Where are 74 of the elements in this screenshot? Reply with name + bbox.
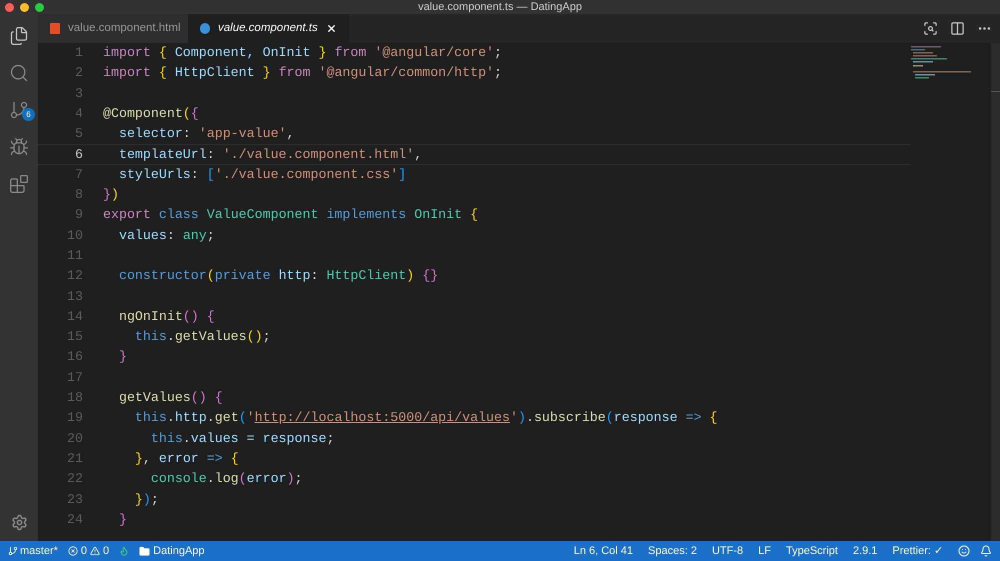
close-window-button[interactable]	[5, 2, 14, 12]
zoom-window-button[interactable]	[35, 2, 44, 12]
line-number: 10	[66, 226, 83, 245]
extensions-icon[interactable]	[9, 174, 29, 194]
line-number: 18	[66, 389, 83, 408]
line-number: 6	[74, 146, 83, 164]
line-number: 8	[74, 186, 83, 204]
code-line: this.getValues();	[134, 328, 271, 346]
code-line: }	[118, 510, 127, 529]
changes-badge: 6	[22, 108, 35, 121]
line-number: 21	[66, 450, 83, 468]
line-number: 17	[66, 368, 83, 387]
code-line: templateUrl: './value.component.html',	[118, 146, 422, 164]
editor-tab[interactable]: value.component.html	[38, 14, 188, 43]
line-number: 15	[66, 328, 83, 346]
status-item[interactable]: TypeScript	[786, 542, 838, 560]
code-line: });	[134, 490, 159, 509]
code-line: }	[118, 348, 127, 366]
line-number: 20	[66, 430, 83, 448]
line-number: 23	[66, 490, 83, 509]
explorer-icon[interactable]	[9, 26, 29, 46]
notifications-icon[interactable]	[980, 545, 992, 557]
code-line: this.values = response;	[150, 430, 334, 448]
settings-icon[interactable]	[10, 514, 28, 531]
code-line: export class ValueComponent implements OnInit {	[103, 206, 478, 224]
line-number: 12	[66, 267, 83, 286]
folder-indicator[interactable]: DatingApp	[139, 542, 205, 560]
flame-icon[interactable]	[119, 546, 130, 556]
status-item[interactable]: 2.9.1	[852, 542, 878, 560]
line-number: 13	[66, 288, 83, 306]
minimize-window-button[interactable]	[20, 2, 29, 12]
code-line: import { HttpClient } from '@angular/common/http';	[103, 64, 502, 82]
window-title: value.component.ts — DatingApp	[418, 0, 582, 14]
code-line: })	[103, 186, 119, 204]
code-line: @Component({	[103, 104, 199, 123]
line-number: 2	[74, 64, 83, 82]
status-item[interactable]: Ln 6, Col 41	[574, 542, 634, 560]
line-number: 24	[66, 510, 83, 529]
code-line: ngOnInit() {	[118, 308, 215, 326]
problems-indicator[interactable]: 0 0	[68, 542, 110, 560]
status-item[interactable]: Spaces: 2	[648, 542, 697, 560]
code-line: }, error => {	[134, 450, 239, 468]
code-line: selector: 'app-value',	[118, 125, 295, 144]
line-number: 19	[66, 409, 83, 428]
close-icon[interactable]	[326, 23, 337, 34]
status-item[interactable]: UTF-8	[712, 542, 744, 560]
scrollbar-track[interactable]	[991, 43, 1000, 541]
code-line: this.http.get('http://localhost:5000/api/values').subscribe(response => {	[134, 409, 718, 428]
open-preview-icon[interactable]	[923, 21, 938, 36]
code-line: console.log(error);	[150, 470, 303, 488]
line-number: 16	[66, 348, 83, 366]
status-item[interactable]: LF	[758, 542, 771, 560]
code-line: values: any;	[118, 226, 215, 245]
line-number: 14	[66, 308, 83, 326]
line-number: 7	[74, 166, 83, 184]
line-number: 1	[74, 44, 83, 62]
code-line: import { Component, OnInit } from '@angular/core';	[103, 44, 502, 62]
branch-indicator[interactable]: master*	[8, 542, 58, 560]
status-item[interactable]: Prettier: ✓	[892, 542, 943, 560]
split-editor-icon[interactable]	[950, 21, 965, 36]
code-line: styleUrls: ['./value.component.css']	[118, 166, 406, 184]
feedback-icon[interactable]	[958, 545, 970, 557]
debug-icon[interactable]	[9, 137, 29, 157]
line-number: 22	[66, 470, 83, 488]
editor-tab[interactable]: value.component.ts	[188, 14, 349, 43]
code-line: getValues() {	[118, 389, 223, 408]
source-control-icon[interactable]	[9, 100, 29, 120]
line-number: 9	[74, 206, 83, 224]
line-number: 11	[66, 246, 83, 265]
code-line: constructor(private http: HttpClient) {}	[118, 267, 438, 286]
line-number: 3	[74, 84, 83, 103]
line-number: 5	[74, 125, 83, 144]
line-number: 4	[74, 104, 83, 123]
search-icon[interactable]	[9, 63, 29, 83]
